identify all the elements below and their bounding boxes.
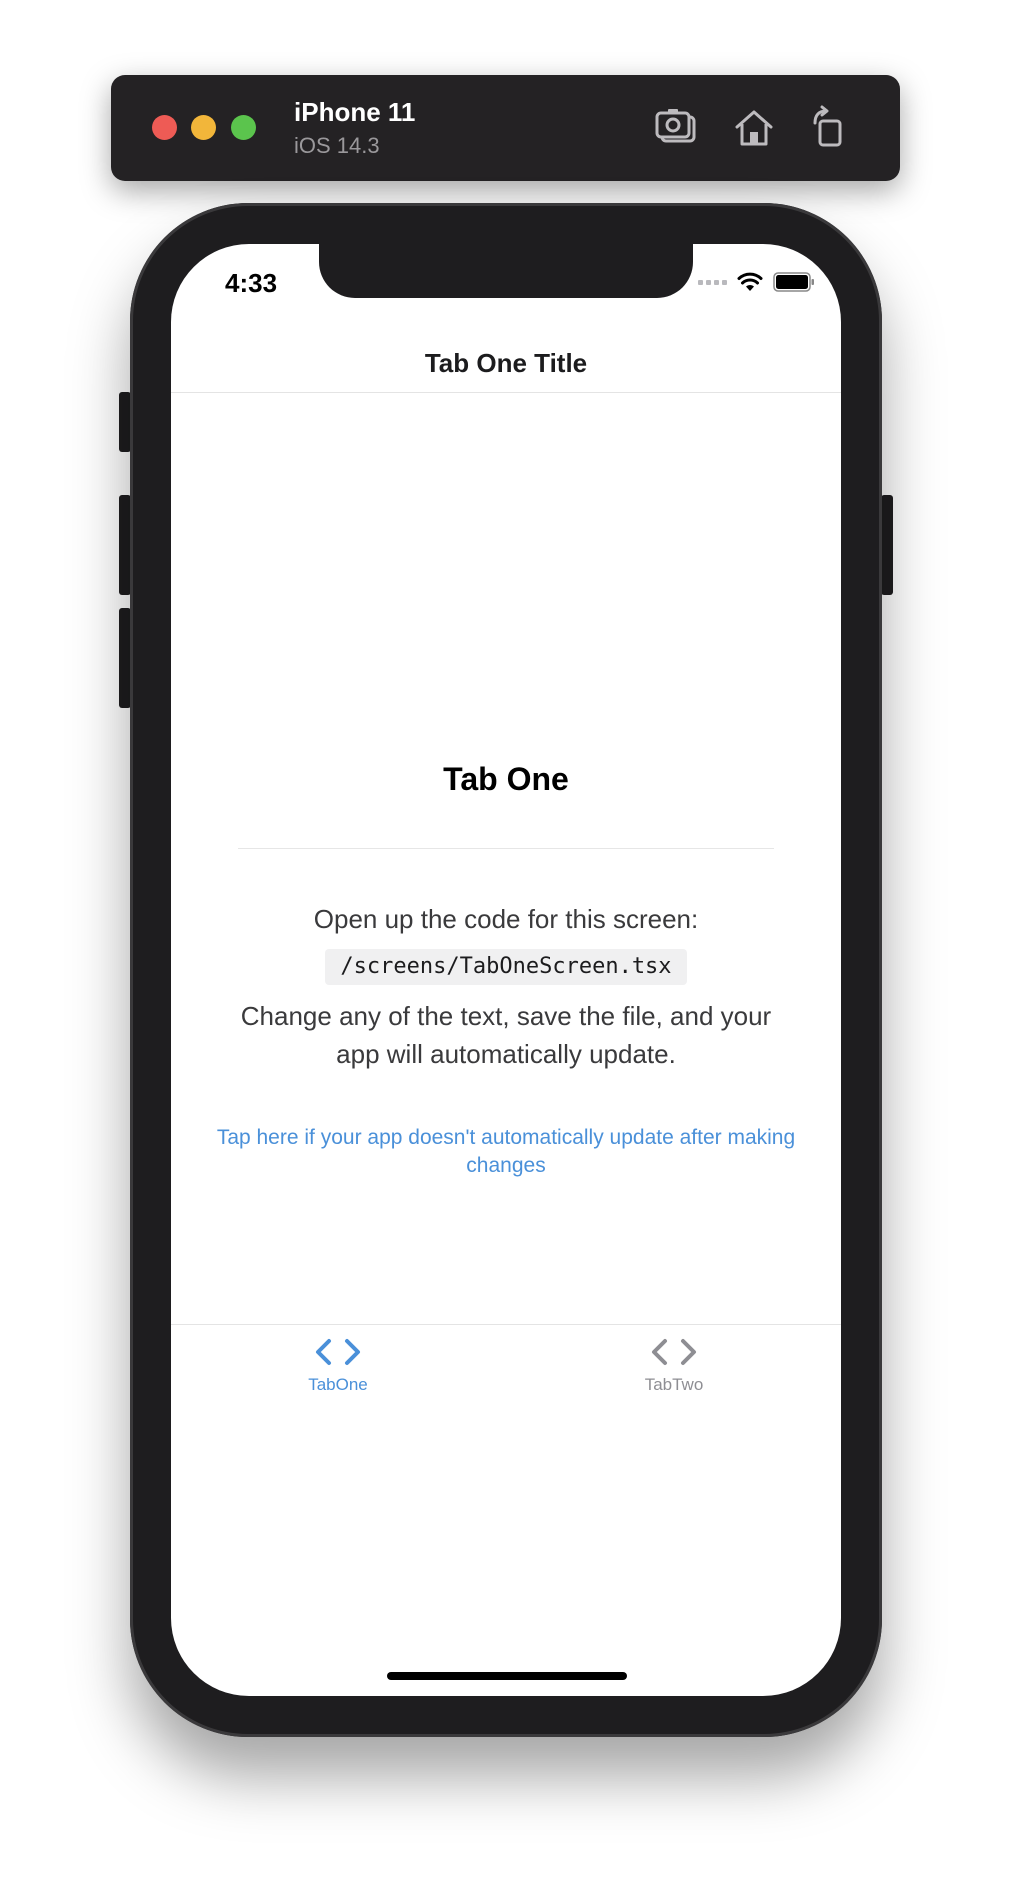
phone-screen: 4:33 Tab One Title Tab One Open up the c… bbox=[171, 244, 841, 1696]
home-icon[interactable] bbox=[731, 105, 777, 151]
tab-bar: TabOne TabTwo bbox=[171, 1324, 841, 1453]
minimize-window-button[interactable] bbox=[191, 115, 216, 140]
cellular-signal-icon bbox=[698, 279, 727, 285]
device-os-version: iOS 14.3 bbox=[294, 133, 380, 158]
status-time: 4:33 bbox=[225, 268, 278, 298]
wifi-icon bbox=[737, 272, 763, 291]
code-icon bbox=[652, 1339, 696, 1365]
notch bbox=[319, 244, 693, 298]
status-indicators bbox=[698, 270, 815, 294]
power-button[interactable] bbox=[881, 495, 893, 595]
help-link[interactable]: Tap here if your app doesn't automatical… bbox=[211, 1124, 801, 1180]
separator bbox=[238, 848, 774, 849]
screenshot-icon[interactable] bbox=[654, 105, 700, 151]
description-text: Change any of the text, save the file, a… bbox=[240, 1001, 772, 1069]
home-indicator[interactable] bbox=[387, 1672, 627, 1680]
screen-heading: Tab One bbox=[443, 761, 569, 797]
tab-tabone[interactable]: TabOne bbox=[258, 1337, 418, 1417]
rotate-icon[interactable] bbox=[806, 105, 852, 151]
simulator-title-bar: iPhone 11 iOS 14.3 bbox=[111, 75, 900, 181]
zoom-window-button[interactable] bbox=[231, 115, 256, 140]
code-icon bbox=[316, 1339, 360, 1365]
close-window-button[interactable] bbox=[152, 115, 177, 140]
battery-icon bbox=[773, 272, 814, 292]
tab-label: TabTwo bbox=[644, 1375, 704, 1394]
page-title: Tab One Title bbox=[424, 347, 588, 378]
navigation-header: Tab One Title bbox=[171, 334, 841, 393]
tab-tabtwo[interactable]: TabTwo bbox=[594, 1337, 754, 1417]
tab-label: TabOne bbox=[308, 1375, 368, 1394]
code-path: /screens/TabOneScreen.tsx bbox=[325, 949, 687, 985]
device-name: iPhone 11 bbox=[294, 97, 416, 127]
intro-text: Open up the code for this screen: bbox=[313, 904, 699, 934]
